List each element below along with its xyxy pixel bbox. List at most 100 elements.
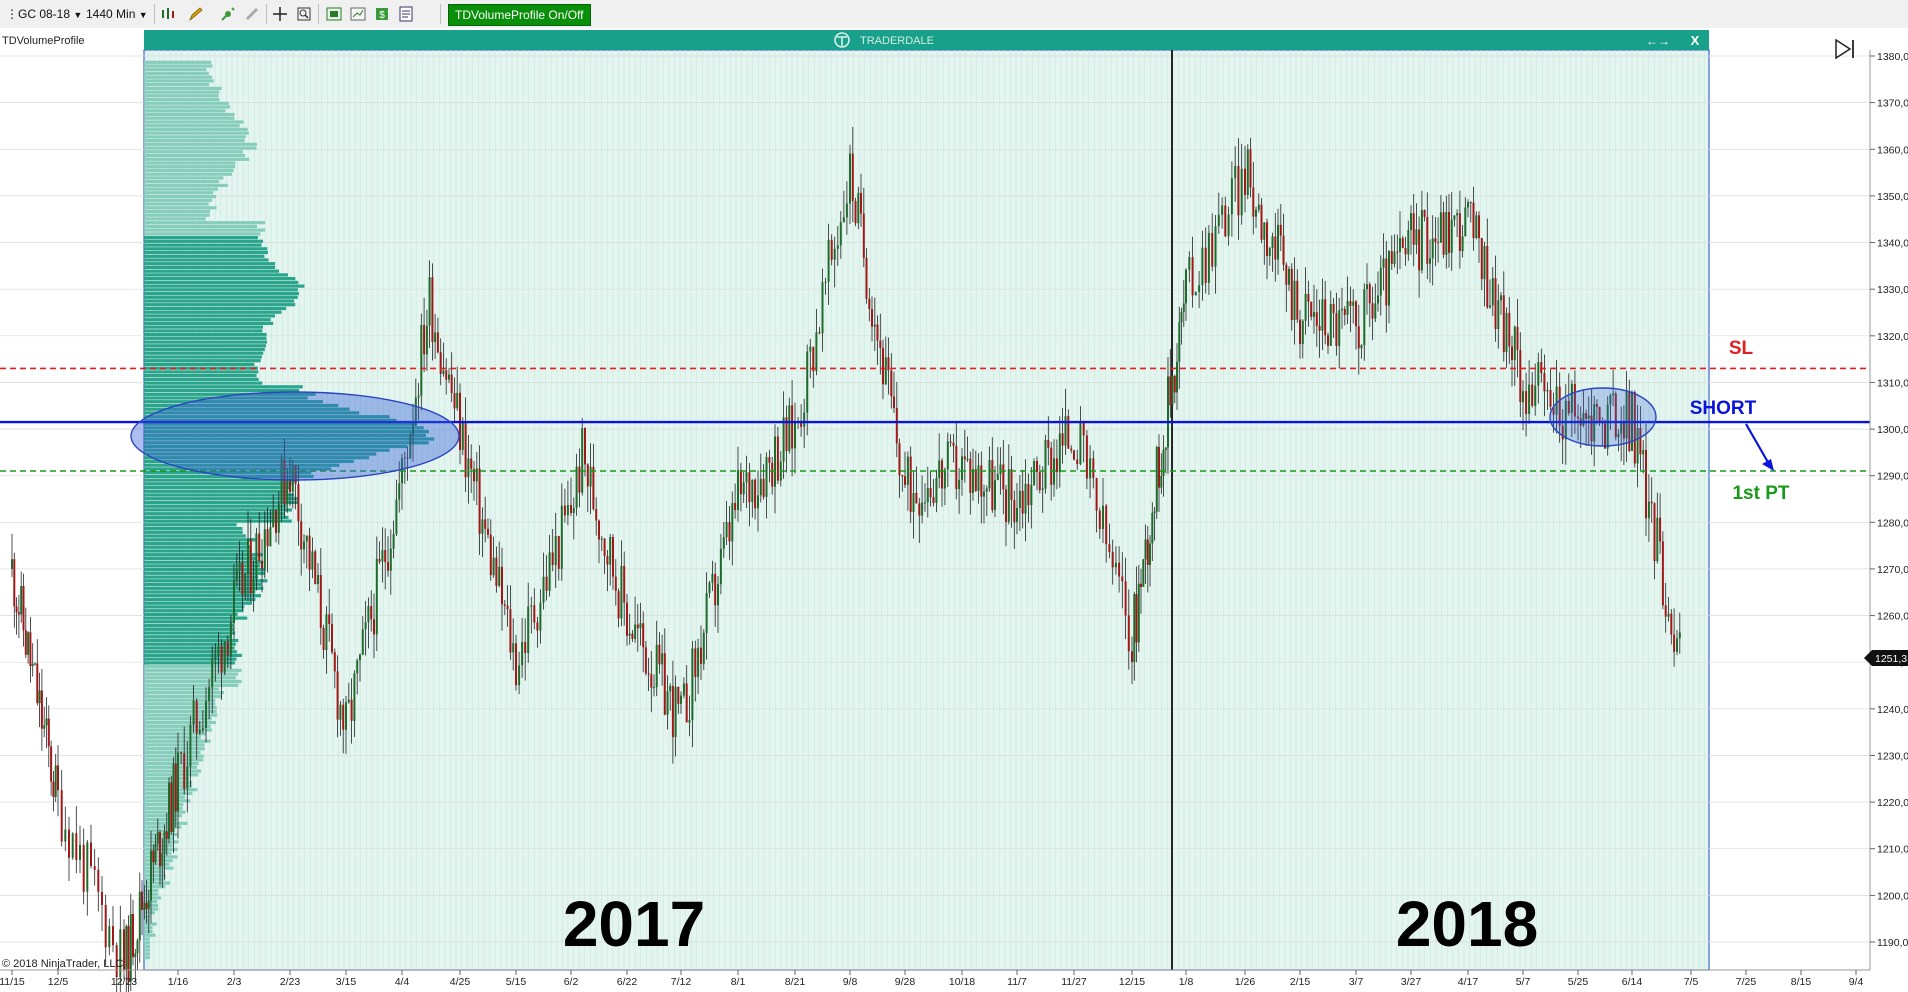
td-volume-profile-toggle-button[interactable]: TDVolumeProfile On/Off xyxy=(448,4,591,26)
candle-body xyxy=(879,340,882,348)
candle-body xyxy=(1211,233,1214,267)
candle-body xyxy=(361,629,364,655)
candle-body xyxy=(628,633,631,636)
candle-body xyxy=(533,605,536,623)
candle-body xyxy=(1282,235,1285,265)
candle-body xyxy=(198,729,201,734)
time-tick-label: 1/8 xyxy=(1179,976,1194,988)
time-tick-label: 5/25 xyxy=(1568,976,1589,988)
candle-body xyxy=(17,612,20,615)
last-price-marker: 1251,3 xyxy=(1864,650,1908,666)
candle-body xyxy=(1131,651,1133,662)
candle-body xyxy=(1027,483,1030,506)
volume-bar xyxy=(144,612,238,616)
candle-body xyxy=(484,519,487,529)
candle-body xyxy=(1540,362,1543,373)
candle-body xyxy=(865,257,868,299)
candle-body xyxy=(1255,209,1257,217)
strategy-icon[interactable] xyxy=(220,6,236,22)
candle-body xyxy=(1135,594,1138,643)
price-chart[interactable]: TRADERDALE ←→ X SL SHORT 1st PT 2017 201… xyxy=(0,28,1908,992)
candle-body xyxy=(1478,215,1480,239)
candle-body xyxy=(803,412,806,427)
volume-bar xyxy=(144,915,151,919)
candle-body xyxy=(467,458,470,478)
volume-bar xyxy=(144,217,206,221)
candle-body xyxy=(1204,247,1207,283)
candle-body xyxy=(620,565,623,619)
candle-body xyxy=(1307,293,1310,302)
candle-body xyxy=(1227,214,1230,237)
retest-highlight xyxy=(1549,387,1657,447)
window-close-button[interactable]: X xyxy=(1691,33,1700,48)
bar-style-icon[interactable] xyxy=(160,6,176,22)
volume-bar xyxy=(144,530,243,534)
volume-bar xyxy=(144,624,234,628)
money-icon[interactable]: $ xyxy=(374,6,390,22)
candle-body xyxy=(1448,212,1450,253)
candle-body xyxy=(129,914,132,982)
disabled-tool-icon[interactable] xyxy=(244,6,260,22)
price-tick-label: 1230,0 xyxy=(1877,751,1908,763)
candle-body xyxy=(183,753,186,789)
candle-body xyxy=(1313,312,1315,317)
candle-body xyxy=(86,842,89,892)
candle-body xyxy=(1393,251,1396,264)
candle-body xyxy=(674,686,677,738)
time-tick-label: 8/15 xyxy=(1791,976,1812,988)
candle-body xyxy=(661,653,664,665)
candle-body xyxy=(367,606,370,623)
candle-body xyxy=(445,370,448,380)
candle-body xyxy=(1324,299,1327,336)
candle-body xyxy=(1360,344,1363,349)
candle-body xyxy=(205,701,207,728)
candle-body xyxy=(1274,236,1277,260)
candle-body xyxy=(1237,165,1240,216)
volume-bar xyxy=(144,75,213,79)
zoom-icon[interactable] xyxy=(296,6,312,22)
candle-body xyxy=(1537,362,1540,386)
candle-body xyxy=(434,332,437,342)
candle-body xyxy=(192,700,195,725)
volume-bar xyxy=(144,265,276,269)
candle-body xyxy=(475,468,478,482)
instrument-selector[interactable]: GC 08-18 ▼ xyxy=(18,4,82,24)
volume-bar xyxy=(144,254,265,258)
time-tick-label: 5/7 xyxy=(1516,976,1531,988)
candle-body xyxy=(189,724,192,767)
volume-bar xyxy=(144,560,264,564)
candle-body xyxy=(974,469,977,491)
candle-body xyxy=(1127,615,1130,652)
candle-body xyxy=(512,643,515,653)
interval-selector[interactable]: 1440 Min ▼ xyxy=(86,4,148,24)
volume-bar xyxy=(144,277,296,281)
time-tick-label: 6/2 xyxy=(564,976,579,988)
volume-bar xyxy=(144,303,296,307)
chart-properties-icon[interactable] xyxy=(350,6,366,22)
volume-bar xyxy=(144,929,153,934)
candle-body xyxy=(165,831,168,839)
candle-body xyxy=(1472,202,1475,238)
candle-body xyxy=(1456,213,1459,216)
candle-body xyxy=(1371,303,1374,319)
crosshair-icon[interactable] xyxy=(272,6,288,22)
candle-body xyxy=(1076,459,1079,464)
volume-bar xyxy=(144,870,165,874)
strategy-list-icon[interactable] xyxy=(398,6,414,22)
draw-pencil-icon[interactable] xyxy=(188,6,204,22)
volume-bar xyxy=(144,627,235,631)
volume-bar xyxy=(144,333,267,337)
volume-bar xyxy=(144,284,305,288)
volume-bar xyxy=(144,191,214,195)
last-price-text: 1251,3 xyxy=(1875,653,1907,665)
volume-bar xyxy=(144,340,267,344)
volume-bar xyxy=(144,325,263,329)
window-expand-arrows[interactable]: ←→ xyxy=(1646,34,1670,48)
candle-body xyxy=(1160,476,1163,488)
candle-body xyxy=(1673,634,1676,652)
candle-body xyxy=(1664,605,1667,617)
candle-body xyxy=(1338,310,1341,346)
volume-bar xyxy=(144,109,226,113)
price-tick-label: 1330,0 xyxy=(1877,284,1908,296)
data-box-icon[interactable] xyxy=(326,6,342,22)
